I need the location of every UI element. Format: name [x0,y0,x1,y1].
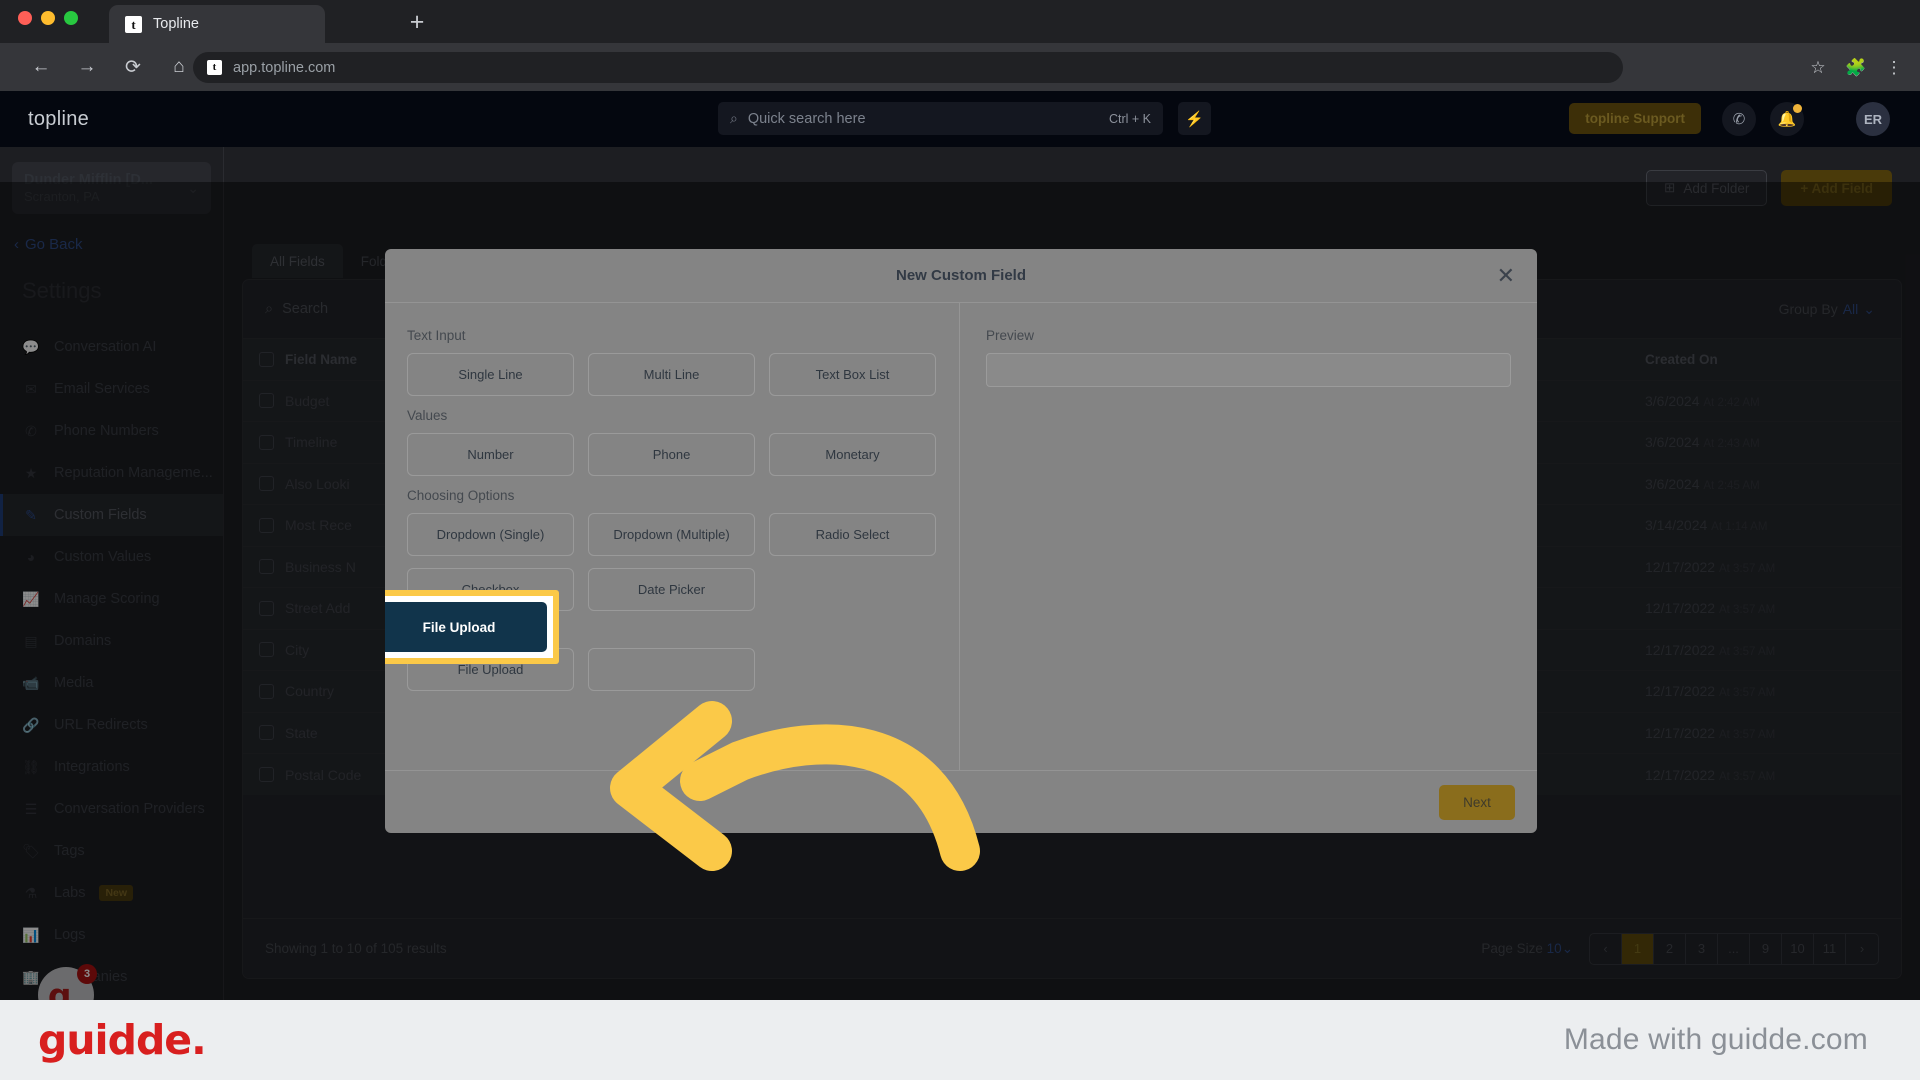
address-bar-url: app.topline.com [233,59,336,76]
app-logo[interactable]: topline [28,108,89,131]
field-type-picker: Text Input Single Line Multi Line Text Box … [385,303,960,770]
bolt-icon[interactable]: ⚡ [1178,102,1211,135]
browser-tab[interactable]: t Topline [109,5,325,43]
phone-icon[interactable]: ✆ [1722,102,1756,136]
quick-search-shortcut: Ctrl + K [1108,111,1151,126]
field-type-section-label: Text Input [407,328,466,343]
browser-toolbar: ← → ⟳ ⌂ t app.topline.com ☆ 🧩 ⋮ [0,43,1920,91]
topline-favicon-icon: t [125,15,142,33]
field-type-radio-select[interactable]: Radio Select [769,513,936,556]
field-type-row: Dropdown (Single) Dropdown (Multiple) Radi… [407,513,937,556]
modal-header: New Custom Field ✕ [385,249,1537,303]
support-button[interactable]: topline Support [1569,103,1701,134]
field-type-number[interactable]: Number [407,433,574,476]
forward-icon[interactable]: → [69,49,105,85]
new-custom-field-modal: New Custom Field ✕ Text Input Single Line… [385,249,1537,833]
guidde-footer: guidde. Made with guidde.com [0,1000,1920,1080]
preview-label: Preview [986,328,1035,343]
field-type-text-box-list[interactable]: Text Box List [769,353,936,396]
notification-dot [1793,104,1802,113]
field-type-multi-line[interactable]: Multi Line [588,353,755,396]
home-icon[interactable]: ⌂ [161,49,197,85]
browser-tab-bar: t Topline + [0,0,1920,43]
bookmark-star-icon[interactable]: ☆ [1802,52,1834,84]
field-type-single-line[interactable]: Single Line [407,353,574,396]
modal-footer: Next [385,770,1537,833]
minimize-window-button[interactable] [41,11,55,25]
close-icon[interactable]: ✕ [1497,263,1515,289]
screenshot-root: t Topline + ← → ⟳ ⌂ t app.topline.com ☆ … [0,0,1920,1080]
preview-input[interactable] [986,353,1511,387]
browser-tab-title: Topline [153,16,199,32]
close-window-button[interactable] [18,11,32,25]
made-with-guidde-label: Made with guidde.com [1563,1023,1868,1056]
avatar[interactable]: ER [1856,102,1890,136]
file-upload-highlight: File Upload [385,590,559,664]
site-favicon-icon: t [207,60,222,75]
next-button[interactable]: Next [1439,785,1515,820]
modal-title: New Custom Field [895,267,1026,284]
reload-icon[interactable]: ⟳ [115,49,151,85]
field-type-section-label: Values [407,408,448,423]
toolbar-right-group: ☆ 🧩 ⋮ [1802,52,1910,84]
quick-search-input[interactable]: ⌕ Quick search here Ctrl + K [718,102,1163,135]
app-header: topline ⌕ Quick search here Ctrl + K ⚡ t… [0,91,1920,147]
field-type-placeholder [588,648,755,691]
window-traffic-lights [18,11,78,25]
browser-menu-icon[interactable]: ⋮ [1878,52,1910,84]
file-upload-button[interactable]: File Upload [385,602,547,652]
modal-body: Text Input Single Line Multi Line Text Box … [385,303,1537,770]
field-type-date-picker[interactable]: Date Picker [588,568,755,611]
search-icon: ⌕ [730,110,738,126]
field-type-row: Single Line Multi Line Text Box List [407,353,937,396]
back-icon[interactable]: ← [23,49,59,85]
notifications-bell-icon[interactable]: 🔔 [1770,102,1804,136]
file-upload-highlight-inner: File Upload [385,596,553,658]
extensions-icon[interactable]: 🧩 [1840,52,1872,84]
address-bar[interactable]: t app.topline.com [193,52,1623,83]
field-type-monetary[interactable]: Monetary [769,433,936,476]
quick-search-placeholder: Quick search here [747,110,866,127]
field-type-dropdown-multiple[interactable]: Dropdown (Multiple) [588,513,755,556]
field-type-phone[interactable]: Phone [588,433,755,476]
field-type-row: Number Phone Monetary [407,433,937,476]
bell-glyph: 🔔 [1777,111,1797,128]
field-type-section-label: Choosing Options [407,488,515,503]
new-tab-button[interactable]: + [400,6,434,40]
preview-panel: Preview [960,303,1537,770]
field-type-dropdown-single[interactable]: Dropdown (Single) [407,513,574,556]
maximize-window-button[interactable] [64,11,78,25]
guidde-logo: guidde. [38,1016,207,1064]
